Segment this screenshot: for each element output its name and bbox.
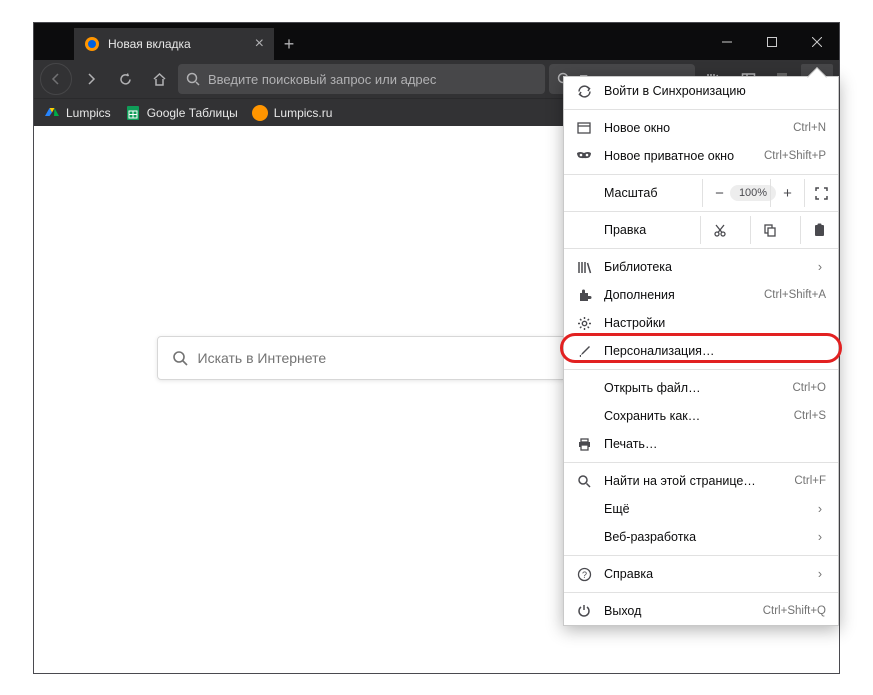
menu-label: Ещё xyxy=(604,502,802,516)
menu-label: Правка xyxy=(604,223,688,237)
menu-shortcut: Ctrl+O xyxy=(792,382,826,394)
firefox-icon xyxy=(84,36,100,52)
menu-shortcut: Ctrl+S xyxy=(794,410,826,422)
bookmark-item[interactable]: Lumpics xyxy=(44,105,111,121)
menu-save-as[interactable]: Сохранить как… Ctrl+S xyxy=(564,402,838,430)
menu-label: Открыть файл… xyxy=(604,381,780,395)
menu-label: Масштаб xyxy=(604,186,702,200)
menu-new-window[interactable]: Новое окно Ctrl+N xyxy=(564,114,838,142)
window-icon xyxy=(576,120,592,136)
menu-shortcut: Ctrl+F xyxy=(794,475,826,487)
menu-help[interactable]: ? Справка › xyxy=(564,560,838,588)
search-icon xyxy=(172,350,188,366)
copy-button[interactable] xyxy=(750,216,788,244)
tab-title: Новая вкладка xyxy=(108,37,191,51)
menu-label: Дополнения xyxy=(604,288,752,302)
menu-zoom: Масштаб − 100% + xyxy=(564,179,838,207)
chevron-right-icon: › xyxy=(814,502,826,516)
puzzle-icon xyxy=(576,287,592,303)
fullscreen-button[interactable] xyxy=(804,179,838,207)
sheets-icon xyxy=(125,105,141,121)
menu-label: Справка xyxy=(604,567,802,581)
home-button[interactable] xyxy=(144,64,174,94)
menu-label: Печать… xyxy=(604,437,826,451)
menu-print[interactable]: Печать… xyxy=(564,430,838,458)
window-controls xyxy=(704,23,839,60)
menu-customize[interactable]: Персонализация… xyxy=(564,337,838,365)
menu-shortcut: Ctrl+Shift+A xyxy=(764,289,826,301)
zoom-in-button[interactable]: + xyxy=(770,179,804,207)
bookmark-item[interactable]: Lumpics.ru xyxy=(252,105,333,121)
bookmark-item[interactable]: Google Таблицы xyxy=(125,105,238,121)
menu-label: Библиотека xyxy=(604,260,802,274)
chevron-right-icon: › xyxy=(814,567,826,581)
menu-shortcut: Ctrl+Shift+P xyxy=(764,150,826,162)
paintbrush-icon xyxy=(576,343,592,359)
titlebar: Новая вкладка × + xyxy=(34,23,839,60)
site-icon xyxy=(252,105,268,121)
menu-label: Персонализация… xyxy=(604,344,826,358)
menu-label: Веб-разработка xyxy=(604,530,802,544)
paste-button[interactable] xyxy=(800,216,838,244)
bookmark-label: Lumpics xyxy=(66,106,111,120)
menu-label: Новое приватное окно xyxy=(604,149,752,163)
forward-button[interactable] xyxy=(76,64,106,94)
menu-exit[interactable]: Выход Ctrl+Shift+Q xyxy=(564,597,838,625)
tab-close-button[interactable]: × xyxy=(255,35,264,53)
menu-library[interactable]: Библиотека › xyxy=(564,253,838,281)
menu-open-file[interactable]: Открыть файл… Ctrl+O xyxy=(564,374,838,402)
bookmark-label: Lumpics.ru xyxy=(274,106,333,120)
menu-settings[interactable]: Настройки xyxy=(564,309,838,337)
menu-edit: Правка xyxy=(564,216,838,244)
menu-new-private-window[interactable]: Новое приватное окно Ctrl+Shift+P xyxy=(564,142,838,170)
printer-icon xyxy=(576,436,592,452)
menu-shortcut: Ctrl+Shift+Q xyxy=(763,605,826,617)
menu-find[interactable]: Найти на этой странице… Ctrl+F xyxy=(564,467,838,495)
sync-icon xyxy=(576,83,592,99)
mask-icon xyxy=(576,148,592,164)
back-button[interactable] xyxy=(40,63,72,95)
minimize-button[interactable] xyxy=(704,23,749,60)
menu-label: Новое окно xyxy=(604,121,781,135)
close-window-button[interactable] xyxy=(794,23,839,60)
cut-button[interactable] xyxy=(700,216,738,244)
chevron-right-icon: › xyxy=(814,530,826,544)
url-bar[interactable]: Введите поисковый запрос или адрес xyxy=(178,64,545,94)
menu-shortcut: Ctrl+N xyxy=(793,122,826,134)
search-icon xyxy=(186,72,200,86)
menu-label: Найти на этой странице… xyxy=(604,474,782,488)
svg-text:?: ? xyxy=(581,570,586,580)
zoom-value[interactable]: 100% xyxy=(736,179,770,207)
new-tab-button[interactable]: + xyxy=(274,28,304,60)
search-icon xyxy=(576,473,592,489)
maximize-button[interactable] xyxy=(749,23,794,60)
chevron-right-icon: › xyxy=(814,260,826,274)
search-placeholder: Искать в Интернете xyxy=(198,350,327,366)
menu-webdev[interactable]: Веб-разработка › xyxy=(564,523,838,551)
bookmark-label: Google Таблицы xyxy=(147,106,238,120)
drive-icon xyxy=(44,105,60,121)
url-placeholder: Введите поисковый запрос или адрес xyxy=(208,72,436,87)
menu-label: Настройки xyxy=(604,316,826,330)
menu-signin[interactable]: Войти в Синхронизацию xyxy=(564,77,838,105)
menu-more[interactable]: Ещё › xyxy=(564,495,838,523)
help-icon: ? xyxy=(576,566,592,582)
menu-label: Сохранить как… xyxy=(604,409,782,423)
power-icon xyxy=(576,603,592,619)
app-menu: Войти в Синхронизацию Новое окно Ctrl+N … xyxy=(563,76,839,626)
menu-addons[interactable]: Дополнения Ctrl+Shift+A xyxy=(564,281,838,309)
gear-icon xyxy=(576,315,592,331)
library-icon xyxy=(576,259,592,275)
menu-label: Выход xyxy=(604,604,751,618)
tab-active[interactable]: Новая вкладка × xyxy=(74,28,274,60)
menu-label: Войти в Синхронизацию xyxy=(604,84,826,98)
reload-button[interactable] xyxy=(110,64,140,94)
